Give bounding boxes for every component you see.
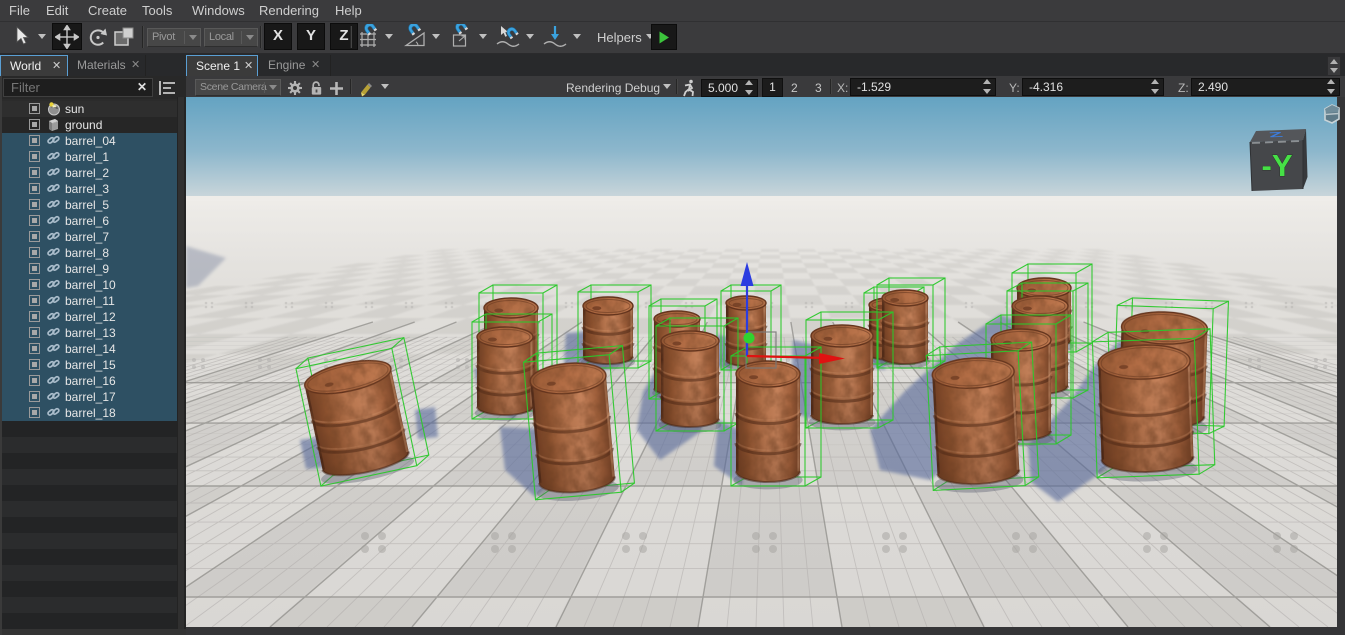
svg-text:-Y: -Y [1262, 148, 1293, 183]
svg-text:Z: Z [1268, 131, 1284, 139]
